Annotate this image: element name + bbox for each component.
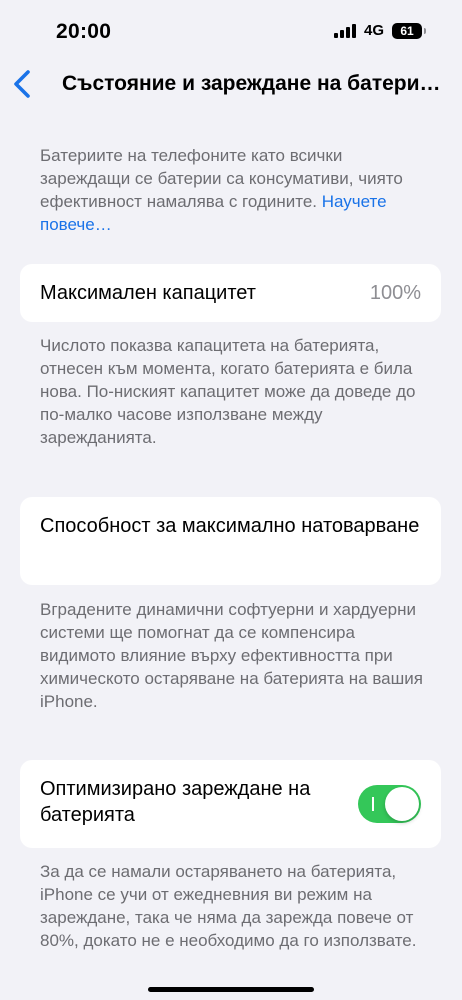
peak-performance-row: Способност за максимално натоварване	[20, 497, 441, 585]
cellular-signal-icon	[333, 23, 356, 38]
optimized-charging-toggle[interactable]	[358, 785, 421, 823]
optimized-charging-label: Оптимизирано зареждане на батерията	[40, 778, 311, 826]
network-type: 4G	[363, 22, 384, 39]
peak-performance-description: Вградените динамични софтуерни и хардуер…	[40, 600, 423, 711]
page-title: Състояние и зареждане на батерията	[62, 72, 444, 95]
navigation-bar: Състояние и зареждане на батерията	[0, 62, 462, 106]
home-indicator[interactable]	[148, 987, 314, 992]
toggle-knob	[385, 787, 419, 821]
max-capacity-value: 100%	[369, 282, 421, 304]
intro-text: Батериите на телефоните като всички заре…	[40, 144, 434, 236]
max-capacity-label: Максимален капацитет	[40, 282, 256, 304]
peak-performance-label: Способност за максимално натоварване	[40, 515, 420, 537]
status-bar: 20:00 4G 61	[0, 0, 462, 62]
battery-level: 61	[400, 23, 414, 38]
optimized-charging-description: За да се намали остаряването на батерият…	[40, 862, 417, 950]
battery-icon: 61	[392, 22, 426, 39]
optimized-charging-row: Оптимизирано зареждане на батерията	[20, 760, 441, 848]
toggle-on-mark	[372, 797, 374, 811]
max-capacity-description: Числото показва капацитета на батерията,…	[40, 336, 416, 447]
chevron-left-icon	[14, 70, 30, 98]
status-time: 20:00	[56, 20, 112, 43]
max-capacity-row: Максимален капацитет 100%	[20, 264, 441, 322]
back-button[interactable]	[6, 64, 40, 104]
status-indicators: 4G 61	[333, 22, 426, 39]
